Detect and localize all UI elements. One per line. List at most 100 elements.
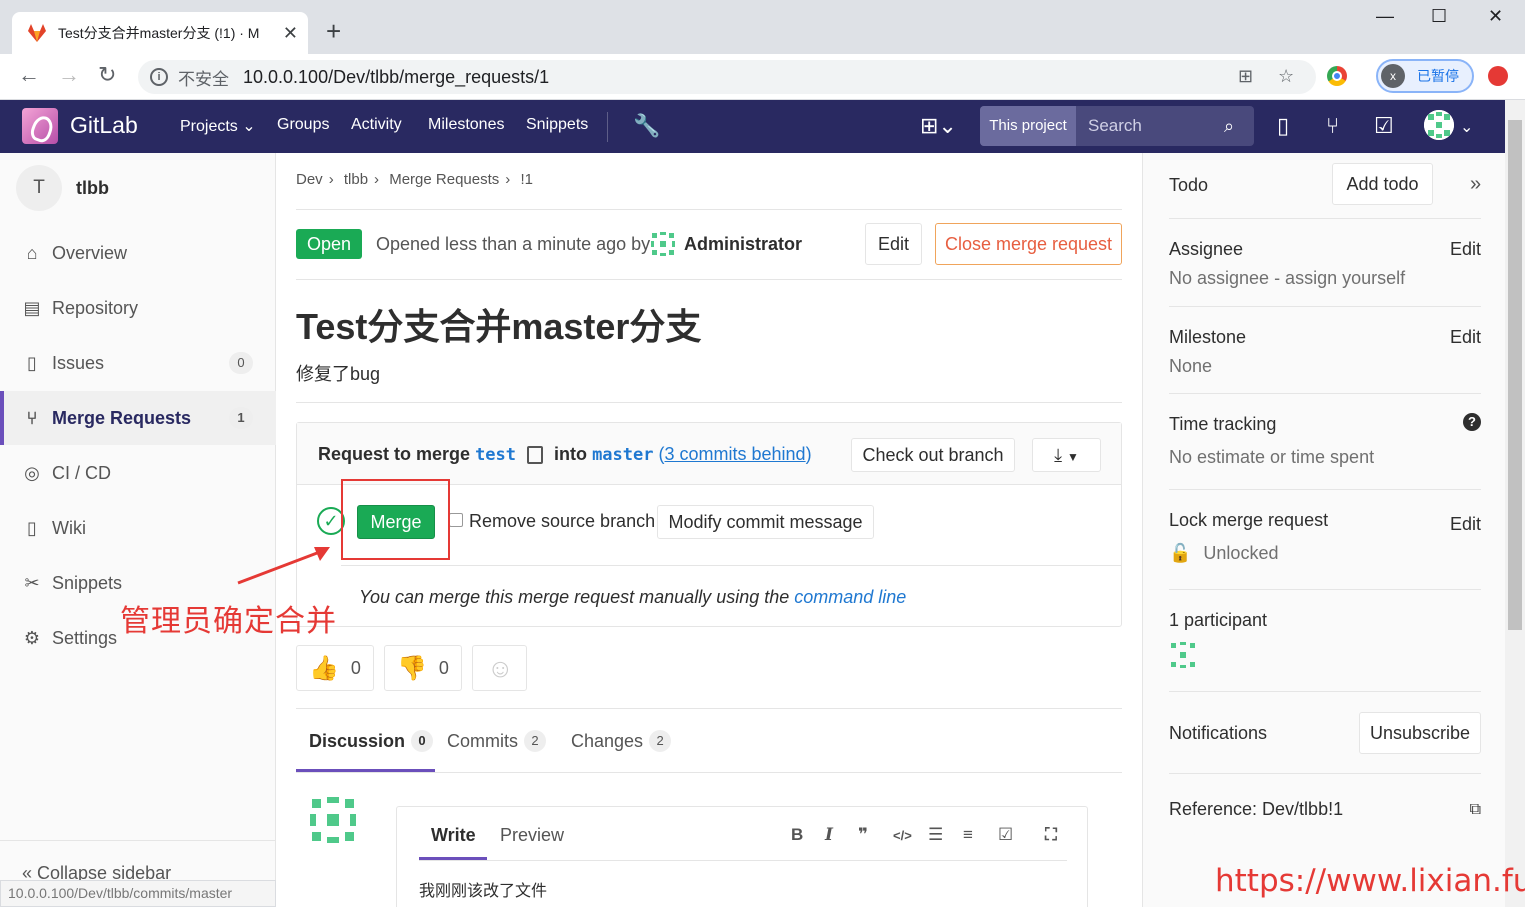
sidebar-item-repository[interactable]: ▤ Repository [0, 281, 276, 335]
assignee-section: Assignee Edit No assignee - assign yours… [1169, 239, 1481, 299]
rocket-icon: ◎ [24, 462, 40, 483]
url-text[interactable]: 10.0.0.100/Dev/tlbb/merge_requests/1 [243, 67, 549, 88]
breadcrumb-mr-id[interactable]: !1 [520, 171, 533, 188]
minimize-icon[interactable]: — [1376, 6, 1394, 27]
help-icon[interactable]: ? [1463, 413, 1481, 431]
issues-header-icon[interactable]: ▯ [1277, 113, 1289, 139]
scrollbar-thumb[interactable] [1508, 120, 1522, 630]
target-branch[interactable]: master [592, 445, 653, 465]
task-list-icon[interactable]: ☑ [998, 825, 1013, 845]
edit-mr-button[interactable]: Edit [865, 223, 922, 265]
source-branch[interactable]: test [475, 445, 516, 465]
breadcrumb-merge-requests[interactable]: Merge Requests [389, 171, 499, 188]
nav-projects[interactable]: Projects ⌄ [180, 116, 256, 136]
gitlab-brand[interactable]: GitLab [70, 112, 138, 139]
search-scope[interactable]: This project [980, 106, 1076, 146]
update-icon[interactable] [1488, 66, 1508, 86]
new-dropdown-icon[interactable]: ⊞⌄ [920, 113, 957, 139]
new-tab-icon[interactable]: + [326, 16, 341, 46]
numbered-list-icon[interactable]: ≡ [963, 825, 973, 845]
close-tab-icon[interactable]: ✕ [283, 23, 298, 44]
participant-avatar[interactable] [1169, 641, 1197, 669]
user-avatar[interactable] [1424, 110, 1454, 140]
commits-behind-link[interactable]: 3 commits behind [665, 444, 806, 464]
thumbs-down-button[interactable]: 👎 0 [384, 645, 462, 691]
profile-button[interactable]: x 已暂停 [1376, 59, 1474, 93]
preview-tab[interactable]: Preview [500, 825, 564, 846]
quote-icon[interactable]: ❞ [858, 825, 868, 845]
add-reaction-button[interactable]: ☺ [472, 645, 527, 691]
sidebar-item-merge-requests[interactable]: ⑂ Merge Requests 1 [0, 391, 276, 445]
remove-source-branch-checkbox[interactable] [449, 513, 463, 527]
status-badge: Open [296, 229, 362, 259]
search-box[interactable]: This project Search ⌕ [980, 106, 1254, 146]
divider [296, 708, 1122, 709]
merge-requests-header-icon[interactable]: ⑂ [1326, 113, 1339, 139]
assignee-value[interactable]: No assignee - assign yourself [1169, 268, 1481, 289]
search-input[interactable]: Search [1076, 106, 1224, 146]
nav-snippets[interactable]: Snippets [526, 116, 588, 134]
tab-changes[interactable]: Changes 2 [571, 730, 672, 752]
maximize-icon[interactable]: ☐ [1431, 6, 1447, 27]
assignee-edit-link[interactable]: Edit [1450, 239, 1481, 260]
milestone-edit-link[interactable]: Edit [1450, 327, 1481, 348]
annotation-highlight-box [341, 479, 450, 560]
nav-activity[interactable]: Activity [351, 116, 402, 134]
breadcrumb-dev[interactable]: Dev [296, 171, 323, 188]
smiley-icon: ☺ [487, 652, 514, 683]
checkout-branch-button[interactable]: Check out branch [851, 438, 1015, 472]
copy-branch-icon[interactable] [527, 446, 544, 465]
modify-commit-message-button[interactable]: Modify commit message [657, 505, 874, 539]
sidebar-item-overview[interactable]: ⌂ Overview [0, 226, 276, 280]
user-menu-chevron-icon[interactable]: ⌄ [1460, 117, 1473, 137]
write-tab[interactable]: Write [431, 825, 476, 846]
admin-wrench-icon[interactable]: 🔧 [633, 113, 660, 139]
close-mr-button[interactable]: Close merge request [935, 223, 1122, 265]
bookmark-star-icon[interactable]: ☆ [1278, 66, 1294, 87]
sidebar-item-issues[interactable]: ▯ Issues 0 [0, 336, 276, 390]
project-avatar[interactable]: T [16, 165, 62, 211]
code-icon[interactable]: </> [893, 828, 912, 843]
breadcrumb-tlbb[interactable]: tlbb [344, 171, 368, 188]
nav-groups[interactable]: Groups [277, 116, 329, 134]
command-line-link[interactable]: command line [794, 587, 906, 607]
add-todo-button[interactable]: Add todo [1332, 163, 1433, 205]
italic-icon[interactable]: I [825, 825, 833, 845]
gitlab-logo-icon[interactable] [22, 108, 58, 144]
translate-icon[interactable]: ⊞ [1238, 66, 1253, 87]
copy-reference-icon[interactable]: ⧉ [1470, 801, 1481, 819]
divider [341, 565, 1121, 566]
back-icon[interactable]: ← [18, 62, 40, 88]
site-info-icon[interactable]: i [150, 68, 168, 86]
page-scrollbar[interactable] [1505, 100, 1525, 907]
bullet-list-icon[interactable]: ☰ [928, 825, 943, 845]
extension-chrome-icon[interactable] [1327, 66, 1347, 86]
omnibox[interactable]: i 不安全 10.0.0.100/Dev/tlbb/merge_requests… [138, 60, 1316, 94]
author-name[interactable]: Administrator [684, 234, 802, 255]
author-avatar[interactable] [650, 231, 676, 257]
divider [1169, 589, 1481, 590]
unsubscribe-button[interactable]: Unsubscribe [1359, 712, 1481, 754]
tab-commits[interactable]: Commits 2 [447, 730, 546, 752]
insecure-label: 不安全 [178, 69, 229, 89]
comment-textarea[interactable]: 我刚刚该改了文件 [419, 877, 547, 901]
browser-tab[interactable]: Test分支合并master分支 (!1) · M ✕ [12, 12, 308, 54]
tab-discussion[interactable]: Discussion 0 [309, 730, 434, 752]
remove-source-branch-label[interactable]: Remove source branch [469, 511, 655, 532]
sidebar-item-ci-cd[interactable]: ◎ CI / CD [0, 446, 276, 500]
nav-milestones[interactable]: Milestones [428, 116, 504, 134]
comment-avatar [310, 797, 356, 843]
forward-icon[interactable]: → [58, 62, 80, 88]
gitlab-header: GitLab Projects ⌄ Groups Activity Milest… [0, 100, 1505, 153]
download-dropdown-button[interactable]: ⤓ ▼ [1032, 438, 1101, 472]
reload-icon[interactable]: ↻ [98, 62, 116, 88]
bold-icon[interactable]: B [791, 825, 803, 845]
todos-header-icon[interactable]: ☑ [1374, 113, 1394, 139]
search-icon[interactable]: ⌕ [1224, 106, 1254, 146]
window-close-icon[interactable]: ✕ [1488, 6, 1503, 27]
lock-edit-link[interactable]: Edit [1450, 514, 1481, 535]
project-name[interactable]: tlbb [76, 178, 109, 199]
collapse-right-sidebar-icon[interactable]: » [1470, 173, 1481, 196]
fullscreen-icon[interactable]: ⛶ [1045, 825, 1057, 845]
thumbs-up-button[interactable]: 👍 0 [296, 645, 374, 691]
